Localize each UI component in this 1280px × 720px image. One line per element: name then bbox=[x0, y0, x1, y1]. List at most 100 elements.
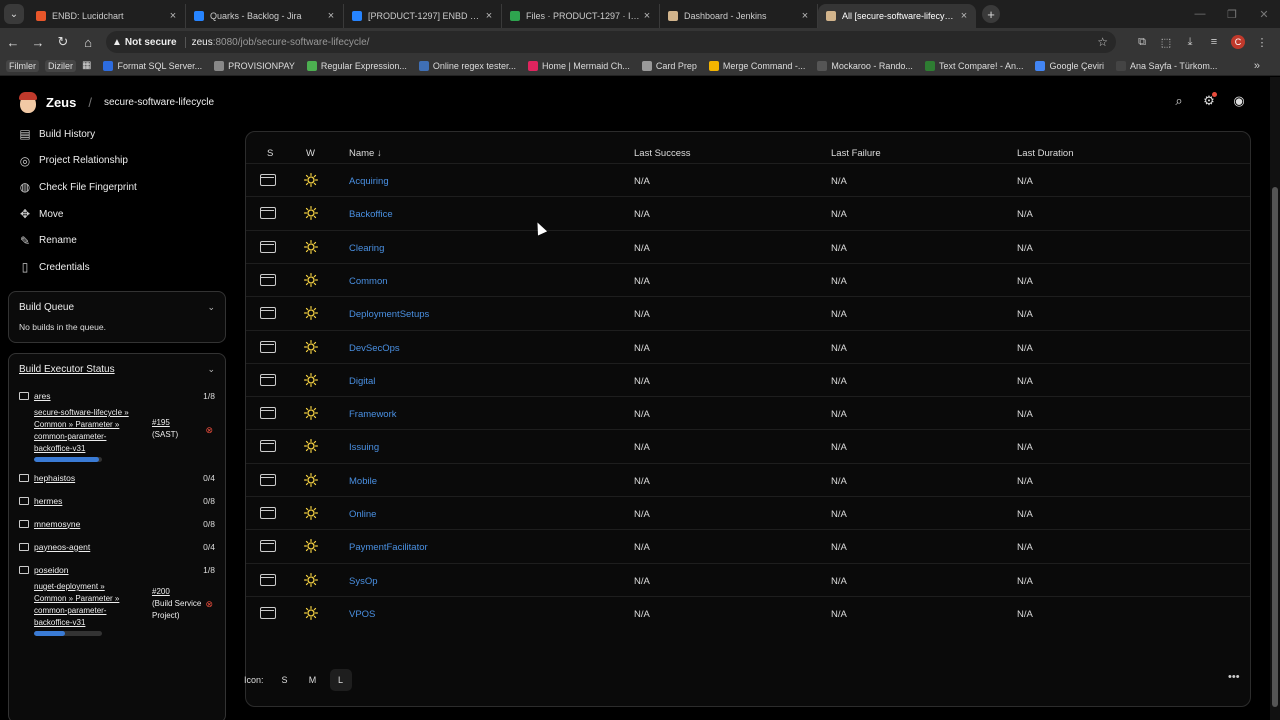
sidenav-item-build-history[interactable]: ▤ Build History bbox=[18, 121, 228, 148]
job-name-link[interactable]: Digital bbox=[349, 376, 375, 387]
build-progress-bar[interactable] bbox=[34, 631, 102, 636]
job-name-link[interactable]: DeploymentSetups bbox=[349, 309, 429, 320]
sidenav-item-rename[interactable]: ✎ Rename bbox=[18, 227, 228, 254]
tab-search-button[interactable]: ⌄ bbox=[4, 4, 24, 24]
job-name-link[interactable]: Mobile bbox=[349, 476, 377, 487]
job-name-link[interactable]: Issuing bbox=[349, 442, 379, 453]
executor-header[interactable]: Build Executor Status ⌄ bbox=[9, 354, 225, 384]
icon-size-l[interactable]: L bbox=[329, 669, 352, 691]
col-last-duration[interactable]: Last Duration bbox=[1017, 148, 1074, 159]
address-bar[interactable]: ▲ Not secure zeus:8080/job/secure-softwar… bbox=[106, 31, 1116, 53]
job-name-link[interactable]: Acquiring bbox=[349, 176, 389, 187]
sidenav-item-check-file-fingerprint[interactable]: ◍ Check File Fingerprint bbox=[18, 174, 228, 201]
not-secure-indicator[interactable]: ▲ Not secure bbox=[112, 36, 186, 48]
brand-name[interactable]: Zeus bbox=[46, 95, 76, 110]
browser-tab[interactable]: Quarks - Backlog - Jira × bbox=[186, 4, 344, 28]
abort-build-icon[interactable]: ⊗ bbox=[205, 425, 213, 436]
bookmark-item[interactable]: Google Çeviri bbox=[1035, 60, 1104, 71]
bookmark-item[interactable]: Regular Expression... bbox=[306, 60, 407, 71]
bookmark-item[interactable]: Format SQL Server... bbox=[103, 60, 202, 71]
job-name-link[interactable]: Clearing bbox=[349, 243, 384, 254]
bookmark-item[interactable]: Card Prep bbox=[641, 60, 697, 71]
close-window-icon[interactable]: ✕ bbox=[1248, 0, 1280, 28]
sidenav-item-credentials[interactable]: ▯ Credentials bbox=[18, 254, 228, 281]
bookmark-star-icon[interactable]: ☆ bbox=[1097, 35, 1108, 49]
bookmark-item[interactable]: Merge Command -... bbox=[708, 60, 805, 71]
breadcrumb-folder[interactable]: secure-software-lifecycle bbox=[104, 97, 214, 108]
user-icon[interactable]: ◉ bbox=[1230, 92, 1248, 110]
chevron-down-icon[interactable]: ⌄ bbox=[207, 364, 215, 375]
col-name[interactable]: Name ↓ bbox=[349, 148, 382, 159]
build-queue-header[interactable]: Build Queue ⌄ bbox=[9, 292, 225, 322]
bookmarks-overflow-icon[interactable]: » bbox=[1254, 60, 1260, 72]
sidenav-item-move[interactable]: ✥ Move bbox=[18, 201, 228, 228]
col-last-success[interactable]: Last Success bbox=[634, 148, 691, 159]
executor-node-link[interactable]: mnemosyne bbox=[19, 519, 80, 529]
build-number-link[interactable]: #195 bbox=[152, 417, 178, 429]
job-name-link[interactable]: Online bbox=[349, 509, 376, 520]
bookmark-item[interactable]: Online regex tester... bbox=[418, 60, 516, 71]
page-scrollbar[interactable] bbox=[1270, 77, 1280, 720]
scrollbar-thumb[interactable] bbox=[1272, 187, 1278, 707]
minimize-icon[interactable]: — bbox=[1184, 0, 1216, 28]
col-status[interactable]: S bbox=[267, 148, 273, 159]
running-job-link[interactable]: secure-software-lifecycle » Common » Para… bbox=[34, 407, 134, 455]
job-name-link[interactable]: Framework bbox=[349, 409, 397, 420]
browser-tab[interactable]: [PRODUCT-1297] ENBD sunum× bbox=[344, 4, 502, 28]
back-icon[interactable]: ← bbox=[1, 30, 25, 54]
job-name-link[interactable]: VPOS bbox=[349, 609, 375, 620]
icon-size-m[interactable]: M bbox=[302, 669, 324, 691]
download-icon[interactable]: ⤓ bbox=[1178, 30, 1202, 54]
media-icon[interactable]: ≡ bbox=[1202, 30, 1226, 54]
browser-tab[interactable]: All [secure-software-lifecycle] × bbox=[818, 4, 976, 28]
new-tab-button[interactable]: + bbox=[982, 5, 1000, 23]
profile-avatar[interactable]: C bbox=[1231, 35, 1245, 49]
job-name-link[interactable]: PaymentFacilitator bbox=[349, 542, 428, 553]
bookmark-item[interactable]: Filmler bbox=[6, 59, 39, 72]
bookmark-item[interactable]: Home | Mermaid Ch... bbox=[527, 60, 630, 71]
col-last-failure[interactable]: Last Failure bbox=[831, 148, 881, 159]
icon-size-s[interactable]: S bbox=[274, 669, 296, 691]
abort-build-icon[interactable]: ⊗ bbox=[205, 599, 213, 610]
chevron-down-icon[interactable]: ⌄ bbox=[207, 302, 215, 313]
browser-tab[interactable]: ENBD: Lucidchart × bbox=[28, 4, 186, 28]
build-progress-bar[interactable] bbox=[34, 457, 102, 462]
manage-gear-icon[interactable]: ⚙ bbox=[1200, 92, 1218, 110]
bookmark-item[interactable]: PROVISIONPAY bbox=[214, 60, 295, 71]
tab-close-icon[interactable]: × bbox=[167, 10, 179, 22]
bookmark-item[interactable]: Ana Sayfa - Türkom... bbox=[1116, 60, 1217, 71]
job-name-link[interactable]: Backoffice bbox=[349, 209, 393, 220]
executor-node-link[interactable]: hephaistos bbox=[19, 473, 75, 483]
executor-node-link[interactable]: poseidon bbox=[19, 565, 69, 575]
tab-close-icon[interactable]: × bbox=[483, 10, 495, 22]
more-options-icon[interactable]: ••• bbox=[1228, 671, 1240, 683]
tab-close-icon[interactable]: × bbox=[325, 10, 337, 22]
apps-grid-icon[interactable]: ▦ bbox=[82, 60, 91, 71]
maximize-icon[interactable]: ❐ bbox=[1216, 0, 1248, 28]
job-name-link[interactable]: Common bbox=[349, 276, 388, 287]
build-number-link[interactable]: #200 bbox=[152, 586, 201, 598]
job-name-link[interactable]: DevSecOps bbox=[349, 343, 400, 354]
reload-icon[interactable]: ↻ bbox=[51, 30, 75, 54]
jenkins-logo-icon[interactable] bbox=[18, 91, 38, 113]
tab-close-icon[interactable]: × bbox=[958, 10, 970, 22]
browser-tab[interactable]: Files · PRODUCT-1297 · Issuing× bbox=[502, 4, 660, 28]
bookmark-item[interactable]: Text Compare! - An... bbox=[924, 60, 1023, 71]
browser-menu-icon[interactable]: ⋮ bbox=[1250, 30, 1274, 54]
browser-tab[interactable]: Dashboard - Jenkins × bbox=[660, 4, 818, 28]
forward-icon[interactable]: → bbox=[26, 30, 50, 54]
sidenav-item-project-relationship[interactable]: ◎ Project Relationship bbox=[18, 148, 228, 175]
translate-icon[interactable]: ⧉ bbox=[1130, 30, 1154, 54]
bookmark-item[interactable]: Diziler bbox=[45, 59, 77, 72]
extensions-icon[interactable]: ⬚ bbox=[1154, 30, 1178, 54]
executor-node-link[interactable]: hermes bbox=[19, 496, 62, 506]
running-job-link[interactable]: nuget-deployment » Common » Parameter » co… bbox=[34, 581, 134, 629]
tab-close-icon[interactable]: × bbox=[799, 10, 811, 22]
job-name-link[interactable]: SysOp bbox=[349, 576, 378, 587]
col-weather[interactable]: W bbox=[306, 148, 315, 159]
home-icon[interactable]: ⌂ bbox=[76, 30, 100, 54]
bookmark-item[interactable]: Mockaroo - Rando... bbox=[817, 60, 913, 71]
search-icon[interactable]: ⌕ bbox=[1170, 92, 1188, 110]
executor-node-link[interactable]: ares bbox=[19, 391, 51, 401]
tab-close-icon[interactable]: × bbox=[641, 10, 653, 22]
